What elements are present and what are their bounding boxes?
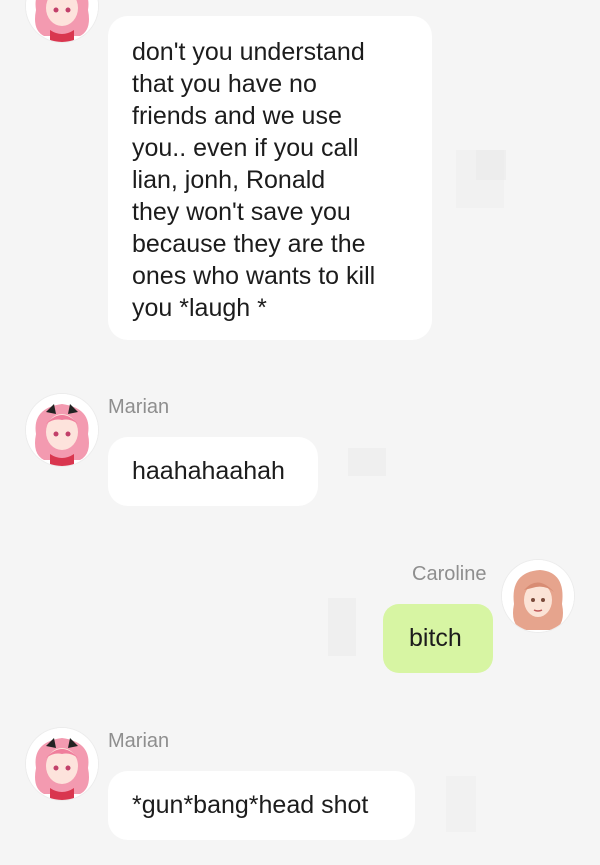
watermark-fragment xyxy=(446,776,476,832)
message-bubble-self[interactable]: bitch xyxy=(383,604,493,673)
message-bubble[interactable]: don't you understand that you have no fr… xyxy=(108,16,432,340)
watermark-fragment xyxy=(328,598,356,656)
pink-hair-girl-avatar-icon xyxy=(26,0,98,42)
message-bubble[interactable]: *gun*bang*head shot xyxy=(108,771,415,840)
sender-name: Marian xyxy=(108,730,170,752)
marian-avatar[interactable] xyxy=(26,0,98,42)
sender-name: Marian xyxy=(108,396,170,418)
light-brown-hair-girl-avatar-icon xyxy=(502,560,574,632)
watermark-fragment xyxy=(456,150,504,208)
pink-hair-girl-avatar-icon xyxy=(26,728,98,800)
watermark-fragment xyxy=(348,448,386,476)
caroline-avatar[interactable] xyxy=(502,560,574,632)
chat-view: don't you understand that you have no fr… xyxy=(0,0,600,865)
pink-hair-girl-avatar-icon xyxy=(26,394,98,466)
marian-avatar[interactable] xyxy=(26,394,98,466)
marian-avatar[interactable] xyxy=(26,728,98,800)
sender-name: Caroline xyxy=(412,563,487,585)
message-bubble[interactable]: haahahaahah xyxy=(108,437,318,506)
